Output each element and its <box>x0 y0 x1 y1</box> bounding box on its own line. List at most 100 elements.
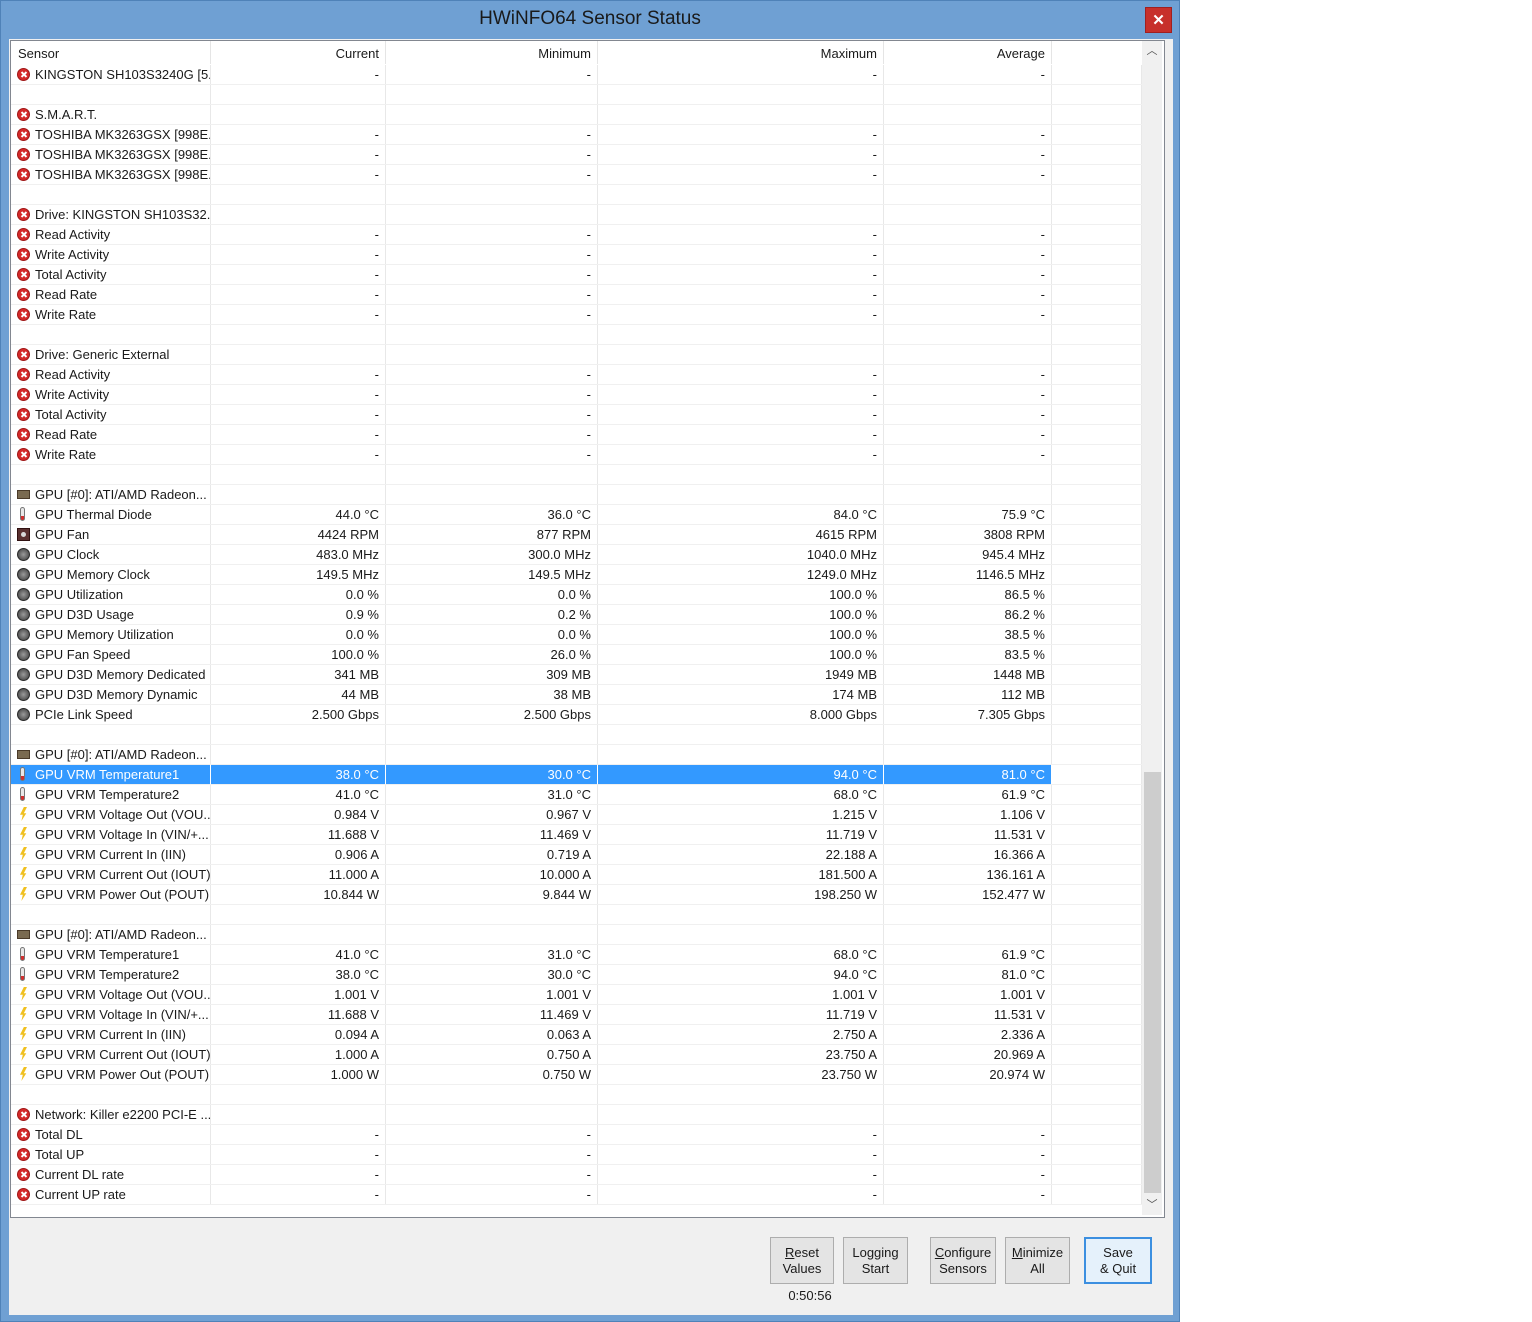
sensor-name-cell: GPU [#0]: ATI/AMD Radeon... <box>11 745 211 764</box>
table-row[interactable]: GPU VRM Voltage Out (VOU... 0.984 V 0.967 … <box>11 805 1142 825</box>
average-value-cell: - <box>884 65 1052 84</box>
table-row[interactable]: Read Rate - - - - <box>11 425 1142 445</box>
current-value-cell <box>211 205 386 224</box>
current-value-cell <box>211 465 386 484</box>
minimum-value-cell: 300.0 MHz <box>386 545 598 564</box>
table-row[interactable]: Current DL rate - - - - <box>11 1165 1142 1185</box>
row-spacer-cell <box>1052 85 1142 104</box>
logging-start-button[interactable]: Logging Start <box>843 1237 908 1284</box>
table-row[interactable]: GPU Memory Utilization 0.0 % 0.0 % 100.0 % 3… <box>11 625 1142 645</box>
table-row[interactable]: GPU VRM Temperature2 38.0 °C 30.0 °C 94.0 °… <box>11 965 1142 985</box>
maximum-value-cell: 94.0 °C <box>598 965 884 984</box>
scroll-thumb[interactable] <box>1144 772 1161 1193</box>
table-row[interactable]: GPU Clock 483.0 MHz 300.0 MHz 1040.0 MHz 945… <box>11 545 1142 565</box>
minimum-value-cell: - <box>386 145 598 164</box>
column-header-average[interactable]: Average <box>884 41 1052 64</box>
table-row[interactable]: Write Activity - - - - <box>11 245 1142 265</box>
minimum-value-cell: - <box>386 305 598 324</box>
row-spacer-cell <box>1052 265 1142 284</box>
table-row[interactable]: Write Activity - - - - <box>11 385 1142 405</box>
current-value-cell <box>211 325 386 344</box>
table-row[interactable]: Drive: KINGSTON SH103S32... <box>11 205 1142 225</box>
table-row[interactable]: GPU [#0]: ATI/AMD Radeon... <box>11 745 1142 765</box>
row-spacer-cell <box>1052 205 1142 224</box>
average-value-cell <box>884 465 1052 484</box>
table-row[interactable]: GPU [#0]: ATI/AMD Radeon... <box>11 485 1142 505</box>
table-row[interactable]: Total DL - - - - <box>11 1125 1142 1145</box>
save-and-quit-button[interactable]: Save & Quit <box>1084 1237 1152 1284</box>
column-header-current[interactable]: Current <box>211 41 386 64</box>
configure-sensors-button[interactable]: Configure Sensors <box>930 1237 996 1284</box>
table-row[interactable]: Current UP rate - - - - <box>11 1185 1142 1205</box>
title-bar[interactable]: HWiNFO64 Sensor Status ✕ <box>1 1 1179 39</box>
scroll-up-arrow-icon[interactable]: ︿ <box>1142 41 1162 61</box>
current-value-cell <box>211 345 386 364</box>
table-row[interactable]: GPU VRM Current Out (IOUT) 11.000 A 10.000… <box>11 865 1142 885</box>
table-row[interactable]: GPU VRM Voltage Out (VOU... 1.001 V 1.001 … <box>11 985 1142 1005</box>
scroll-down-arrow-icon[interactable]: ﹀ <box>1142 1195 1162 1215</box>
vertical-scrollbar[interactable]: ︿ ﹀ <box>1142 41 1162 1215</box>
table-row[interactable]: GPU D3D Memory Dynamic 44 MB 38 MB 174 MB 11… <box>11 685 1142 705</box>
table-row[interactable]: GPU Fan 4424 RPM 877 RPM 4615 RPM 3808 RPM <box>11 525 1142 545</box>
table-row[interactable]: GPU Fan Speed 100.0 % 26.0 % 100.0 % 83.5 % <box>11 645 1142 665</box>
average-value-cell: 11.531 V <box>884 1005 1052 1024</box>
table-row[interactable]: Read Rate - - - - <box>11 285 1142 305</box>
reset-values-button[interactable]: Reset Values <box>770 1237 834 1284</box>
minimum-value-cell <box>386 1085 598 1104</box>
table-row[interactable]: Total UP - - - - <box>11 1145 1142 1165</box>
table-row[interactable]: TOSHIBA MK3263GSX [998E... - - - - <box>11 165 1142 185</box>
row-spacer-cell <box>1052 825 1142 844</box>
minimize-all-button[interactable]: Minimize All <box>1005 1237 1070 1284</box>
table-row[interactable]: GPU D3D Usage 0.9 % 0.2 % 100.0 % 86.2 % <box>11 605 1142 625</box>
table-row[interactable]: GPU [#0]: ATI/AMD Radeon... <box>11 925 1142 945</box>
table-row-spacer[interactable] <box>11 325 1142 345</box>
table-row[interactable]: Read Activity - - - - <box>11 365 1142 385</box>
table-row[interactable]: GPU VRM Power Out (POUT) 1.000 W 0.750 W 23… <box>11 1065 1142 1085</box>
table-row[interactable]: TOSHIBA MK3263GSX [998E... - - - - <box>11 145 1142 165</box>
table-row-spacer[interactable] <box>11 725 1142 745</box>
table-row[interactable]: Total Activity - - - - <box>11 265 1142 285</box>
column-header-minimum[interactable]: Minimum <box>386 41 598 64</box>
minimum-value-cell: - <box>386 265 598 284</box>
table-row[interactable]: GPU VRM Voltage In (VIN/+... 11.688 V 11.4… <box>11 1005 1142 1025</box>
column-header-sensor[interactable]: Sensor <box>11 41 211 64</box>
table-row[interactable]: GPU Memory Clock 149.5 MHz 149.5 MHz 1249.0… <box>11 565 1142 585</box>
maximum-value-cell: 1949 MB <box>598 665 884 684</box>
current-value-cell: - <box>211 1165 386 1184</box>
table-row[interactable]: GPU VRM Temperature2 41.0 °C 31.0 °C 68.0 °… <box>11 785 1142 805</box>
table-row[interactable]: GPU VRM Current In (IIN) 0.906 A 0.719 A 22… <box>11 845 1142 865</box>
table-row[interactable]: GPU VRM Power Out (POUT) 10.844 W 9.844 W1… <box>11 885 1142 905</box>
table-row-spacer[interactable] <box>11 85 1142 105</box>
maximum-value-cell <box>598 185 884 204</box>
table-row[interactable]: Write Rate - - - - <box>11 305 1142 325</box>
maximum-value-cell <box>598 485 884 504</box>
current-value-cell: - <box>211 405 386 424</box>
table-row[interactable]: Total Activity - - - - <box>11 405 1142 425</box>
current-value-cell: 100.0 % <box>211 645 386 664</box>
table-row[interactable]: GPU VRM Current In (IIN) 0.094 A 0.063 A 2.… <box>11 1025 1142 1045</box>
table-row[interactable]: GPU Thermal Diode 44.0 °C 36.0 °C 84.0 °C 75… <box>11 505 1142 525</box>
table-row-spacer[interactable] <box>11 185 1142 205</box>
table-row[interactable]: S.M.A.R.T. <box>11 105 1142 125</box>
table-row[interactable]: GPU VRM Voltage In (VIN/+... 11.688 V 11.4… <box>11 825 1142 845</box>
table-row[interactable]: GPU D3D Memory Dedicated 341 MB 309 MB 1949… <box>11 665 1142 685</box>
table-row-spacer[interactable] <box>11 905 1142 925</box>
table-row[interactable]: GPU VRM Temperature1 38.0 °C 30.0 °C 94.0 °… <box>11 765 1142 785</box>
table-row[interactable]: GPU Utilization 0.0 % 0.0 % 100.0 % 86.5 % <box>11 585 1142 605</box>
table-row[interactable]: Read Activity - - - - <box>11 225 1142 245</box>
table-row[interactable]: PCIe Link Speed 2.500 Gbps 2.500 Gbps 8.000… <box>11 705 1142 725</box>
table-row[interactable]: GPU VRM Current Out (IOUT) 1.000 A 0.750 A… <box>11 1045 1142 1065</box>
table-row-spacer[interactable] <box>11 1085 1142 1105</box>
table-row[interactable]: TOSHIBA MK3263GSX [998E... - - - - <box>11 125 1142 145</box>
table-row[interactable]: Network: Killer e2200 PCI-E ... <box>11 1105 1142 1125</box>
table-row[interactable]: GPU VRM Temperature1 41.0 °C 31.0 °C 68.0 °… <box>11 945 1142 965</box>
maximum-value-cell: - <box>598 65 884 84</box>
sensor-name-cell: GPU [#0]: ATI/AMD Radeon... <box>11 925 211 944</box>
table-row[interactable]: Drive: Generic External <box>11 345 1142 365</box>
table-row[interactable]: KINGSTON SH103S3240G [5... - - - - <box>11 65 1142 85</box>
table-row[interactable]: Write Rate - - - - <box>11 445 1142 465</box>
table-row-spacer[interactable] <box>11 465 1142 485</box>
close-button[interactable]: ✕ <box>1145 7 1172 33</box>
maximum-value-cell: 1040.0 MHz <box>598 545 884 564</box>
column-header-maximum[interactable]: Maximum <box>598 41 884 64</box>
